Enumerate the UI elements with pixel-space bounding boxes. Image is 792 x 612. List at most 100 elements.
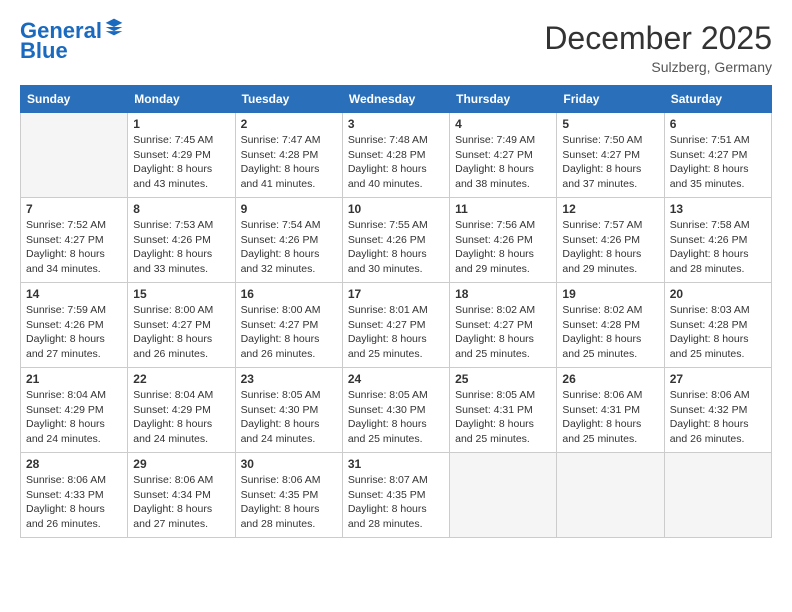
day-18: 18 Sunrise: 8:02 AM Sunset: 4:27 PM Dayl… [450, 283, 557, 368]
sunset-31: Sunset: 4:35 PM [348, 489, 426, 501]
daylight-24: Daylight: 8 hours and 25 minutes. [348, 418, 427, 445]
location: Sulzberg, Germany [544, 59, 772, 75]
logo-icon [104, 17, 124, 37]
week-row-2: 7 Sunrise: 7:52 AM Sunset: 4:27 PM Dayli… [21, 198, 772, 283]
sunrise-4: Sunrise: 7:49 AM [455, 134, 535, 146]
sunset-8: Sunset: 4:26 PM [133, 234, 211, 246]
day-1: 1 Sunrise: 7:45 AM Sunset: 4:29 PM Dayli… [128, 113, 235, 198]
day-12: 12 Sunrise: 7:57 AM Sunset: 4:26 PM Dayl… [557, 198, 664, 283]
sunrise-9: Sunrise: 7:54 AM [241, 219, 321, 231]
day-5: 5 Sunrise: 7:50 AM Sunset: 4:27 PM Dayli… [557, 113, 664, 198]
title-block: December 2025 Sulzberg, Germany [544, 20, 772, 75]
day-10: 10 Sunrise: 7:55 AM Sunset: 4:26 PM Dayl… [342, 198, 449, 283]
sunset-18: Sunset: 4:27 PM [455, 319, 533, 331]
daylight-13: Daylight: 8 hours and 28 minutes. [670, 248, 749, 275]
sunset-3: Sunset: 4:28 PM [348, 149, 426, 161]
day-22: 22 Sunrise: 8:04 AM Sunset: 4:29 PM Dayl… [128, 368, 235, 453]
sunrise-13: Sunrise: 7:58 AM [670, 219, 750, 231]
calendar-table: Sunday Monday Tuesday Wednesday Thursday… [20, 85, 772, 538]
day-25: 25 Sunrise: 8:05 AM Sunset: 4:31 PM Dayl… [450, 368, 557, 453]
sunset-4: Sunset: 4:27 PM [455, 149, 533, 161]
sunrise-22: Sunrise: 8:04 AM [133, 389, 213, 401]
day-16: 16 Sunrise: 8:00 AM Sunset: 4:27 PM Dayl… [235, 283, 342, 368]
week-row-4: 21 Sunrise: 8:04 AM Sunset: 4:29 PM Dayl… [21, 368, 772, 453]
sunset-24: Sunset: 4:30 PM [348, 404, 426, 416]
header-thursday: Thursday [450, 86, 557, 113]
daylight-7: Daylight: 8 hours and 34 minutes. [26, 248, 105, 275]
week-row-3: 14 Sunrise: 7:59 AM Sunset: 4:26 PM Dayl… [21, 283, 772, 368]
sunset-5: Sunset: 4:27 PM [562, 149, 640, 161]
day-29: 29 Sunrise: 8:06 AM Sunset: 4:34 PM Dayl… [128, 453, 235, 538]
day-3: 3 Sunrise: 7:48 AM Sunset: 4:28 PM Dayli… [342, 113, 449, 198]
header-saturday: Saturday [664, 86, 771, 113]
sunrise-28: Sunrise: 8:06 AM [26, 474, 106, 486]
daylight-27: Daylight: 8 hours and 26 minutes. [670, 418, 749, 445]
daylight-14: Daylight: 8 hours and 27 minutes. [26, 333, 105, 360]
sunrise-16: Sunrise: 8:00 AM [241, 304, 321, 316]
header-tuesday: Tuesday [235, 86, 342, 113]
sunrise-6: Sunrise: 7:51 AM [670, 134, 750, 146]
sunset-17: Sunset: 4:27 PM [348, 319, 426, 331]
daylight-20: Daylight: 8 hours and 25 minutes. [670, 333, 749, 360]
sunset-26: Sunset: 4:31 PM [562, 404, 640, 416]
daylight-25: Daylight: 8 hours and 25 minutes. [455, 418, 534, 445]
header-monday: Monday [128, 86, 235, 113]
daylight-18: Daylight: 8 hours and 25 minutes. [455, 333, 534, 360]
daylight-26: Daylight: 8 hours and 25 minutes. [562, 418, 641, 445]
sunrise-31: Sunrise: 8:07 AM [348, 474, 428, 486]
sunset-7: Sunset: 4:27 PM [26, 234, 104, 246]
sunset-27: Sunset: 4:32 PM [670, 404, 748, 416]
sunset-11: Sunset: 4:26 PM [455, 234, 533, 246]
header-wednesday: Wednesday [342, 86, 449, 113]
sunrise-17: Sunrise: 8:01 AM [348, 304, 428, 316]
daylight-21: Daylight: 8 hours and 24 minutes. [26, 418, 105, 445]
daylight-5: Daylight: 8 hours and 37 minutes. [562, 163, 641, 190]
day-13: 13 Sunrise: 7:58 AM Sunset: 4:26 PM Dayl… [664, 198, 771, 283]
sunset-15: Sunset: 4:27 PM [133, 319, 211, 331]
sunrise-1: Sunrise: 7:45 AM [133, 134, 213, 146]
empty-cell [21, 113, 128, 198]
sunrise-19: Sunrise: 8:02 AM [562, 304, 642, 316]
day-15: 15 Sunrise: 8:00 AM Sunset: 4:27 PM Dayl… [128, 283, 235, 368]
sunset-16: Sunset: 4:27 PM [241, 319, 319, 331]
sunset-22: Sunset: 4:29 PM [133, 404, 211, 416]
sunrise-23: Sunrise: 8:05 AM [241, 389, 321, 401]
daylight-10: Daylight: 8 hours and 30 minutes. [348, 248, 427, 275]
sunset-10: Sunset: 4:26 PM [348, 234, 426, 246]
daylight-6: Daylight: 8 hours and 35 minutes. [670, 163, 749, 190]
sunset-29: Sunset: 4:34 PM [133, 489, 211, 501]
daylight-15: Daylight: 8 hours and 26 minutes. [133, 333, 212, 360]
day-11: 11 Sunrise: 7:56 AM Sunset: 4:26 PM Dayl… [450, 198, 557, 283]
empty-cell-5b [557, 453, 664, 538]
daylight-17: Daylight: 8 hours and 25 minutes. [348, 333, 427, 360]
sunrise-14: Sunrise: 7:59 AM [26, 304, 106, 316]
day-7: 7 Sunrise: 7:52 AM Sunset: 4:27 PM Dayli… [21, 198, 128, 283]
sunset-30: Sunset: 4:35 PM [241, 489, 319, 501]
sunset-12: Sunset: 4:26 PM [562, 234, 640, 246]
day-20: 20 Sunrise: 8:03 AM Sunset: 4:28 PM Dayl… [664, 283, 771, 368]
sunset-23: Sunset: 4:30 PM [241, 404, 319, 416]
daylight-19: Daylight: 8 hours and 25 minutes. [562, 333, 641, 360]
empty-cell-5c [664, 453, 771, 538]
sunrise-21: Sunrise: 8:04 AM [26, 389, 106, 401]
day-23: 23 Sunrise: 8:05 AM Sunset: 4:30 PM Dayl… [235, 368, 342, 453]
sunset-19: Sunset: 4:28 PM [562, 319, 640, 331]
sunrise-12: Sunrise: 7:57 AM [562, 219, 642, 231]
sunset-9: Sunset: 4:26 PM [241, 234, 319, 246]
sunrise-2: Sunrise: 7:47 AM [241, 134, 321, 146]
sunrise-15: Sunrise: 8:00 AM [133, 304, 213, 316]
day-27: 27 Sunrise: 8:06 AM Sunset: 4:32 PM Dayl… [664, 368, 771, 453]
sunset-20: Sunset: 4:28 PM [670, 319, 748, 331]
sunset-6: Sunset: 4:27 PM [670, 149, 748, 161]
empty-cell-5a [450, 453, 557, 538]
sunrise-27: Sunrise: 8:06 AM [670, 389, 750, 401]
sunrise-30: Sunrise: 8:06 AM [241, 474, 321, 486]
day-31: 31 Sunrise: 8:07 AM Sunset: 4:35 PM Dayl… [342, 453, 449, 538]
header-sunday: Sunday [21, 86, 128, 113]
daylight-23: Daylight: 8 hours and 24 minutes. [241, 418, 320, 445]
sunrise-10: Sunrise: 7:55 AM [348, 219, 428, 231]
logo: General Blue [20, 20, 124, 64]
sunset-2: Sunset: 4:28 PM [241, 149, 319, 161]
day-14: 14 Sunrise: 7:59 AM Sunset: 4:26 PM Dayl… [21, 283, 128, 368]
page-header: General Blue December 2025 Sulzberg, Ger… [20, 20, 772, 75]
